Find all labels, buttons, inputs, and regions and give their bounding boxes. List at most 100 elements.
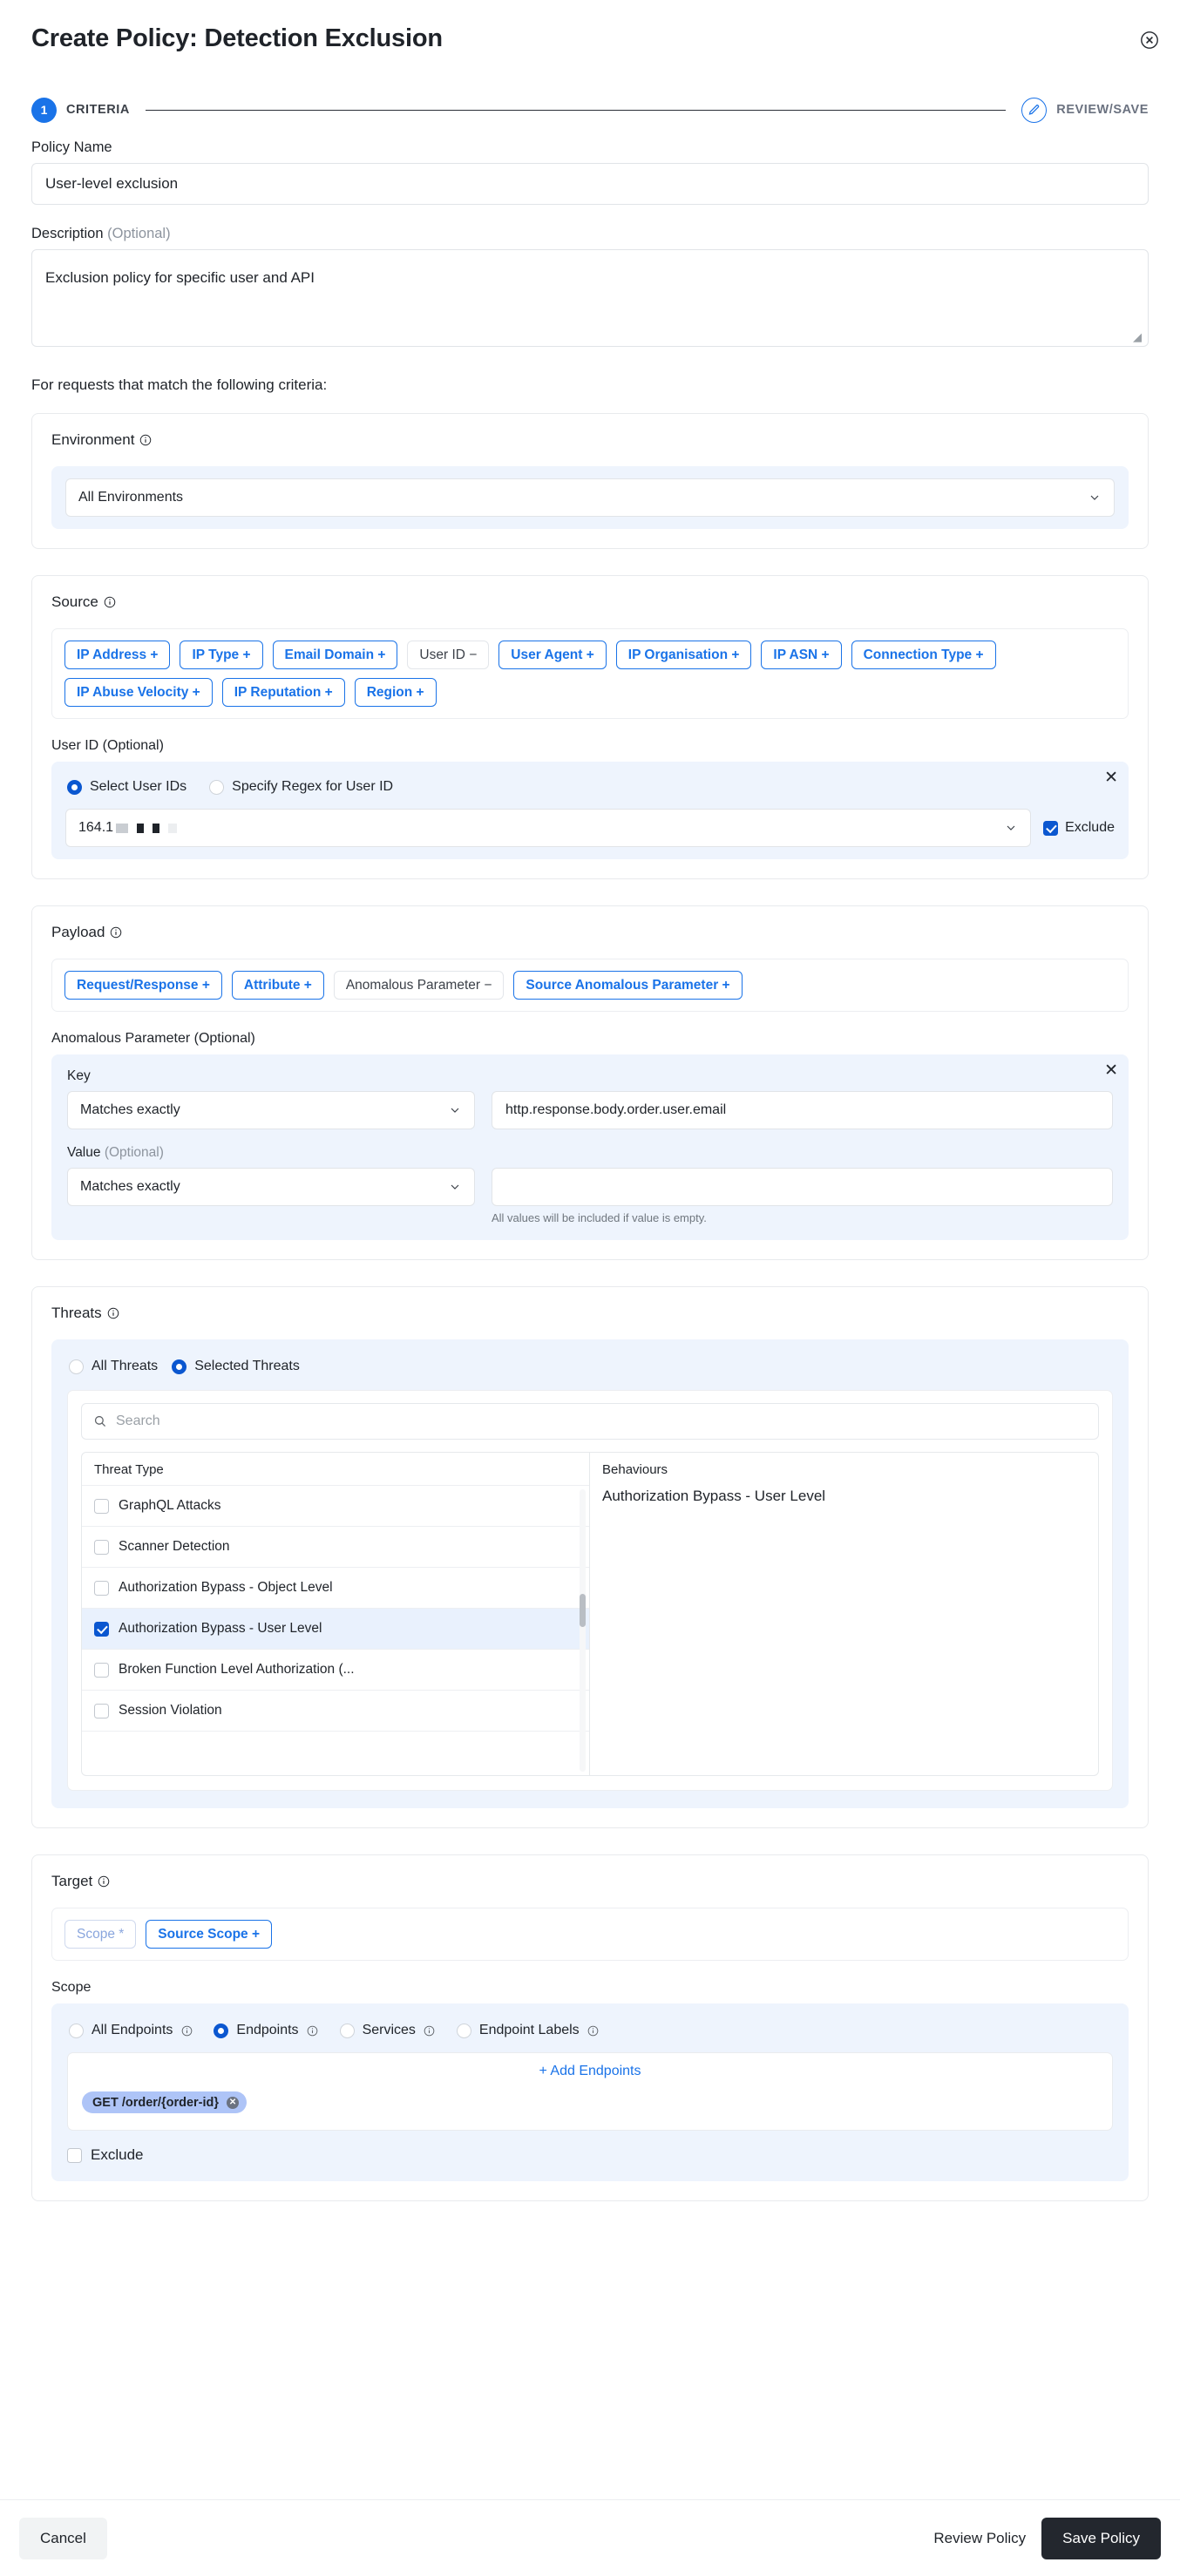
chevron-down-icon <box>448 1180 462 1194</box>
endpoint-tag-label: GET /order/{order-id} <box>92 2095 220 2110</box>
user-id-exclude-checkbox[interactable]: Exclude <box>1043 820 1115 836</box>
remove-endpoint-icon[interactable]: ✕ <box>227 2096 240 2109</box>
payload-title: Payload <box>51 924 1129 941</box>
source-chip-email-domain[interactable]: Email Domain + <box>272 641 398 669</box>
add-endpoints-button[interactable]: + Add Endpoints <box>82 2064 1098 2079</box>
step-2-label: REVIEW/SAVE <box>1056 103 1149 117</box>
payload-chip-anomalous-parameter[interactable]: Anomalous Parameter − <box>333 971 505 1000</box>
threat-row-label: GraphQL Attacks <box>119 1498 221 1513</box>
value-optional-text: (Optional) <box>104 1145 164 1160</box>
anomalous-parameter-label: Anomalous Parameter (Optional) <box>51 1031 255 1046</box>
source-chip-ip-organisation[interactable]: IP Organisation + <box>615 641 752 669</box>
source-chip-ip-type[interactable]: IP Type + <box>180 641 263 669</box>
environment-card: Environment All Environments <box>31 413 1149 549</box>
info-icon[interactable] <box>98 1875 110 1888</box>
close-icon[interactable] <box>1138 29 1161 51</box>
threat-table: Threat Type GraphQL Attacks Scanner Dete… <box>81 1452 1099 1776</box>
radio-specify-regex[interactable]: Specify Regex for User ID <box>209 779 393 795</box>
radio-services[interactable]: Services <box>339 2023 436 2038</box>
target-chip-source-scope[interactable]: Source Scope + <box>146 1920 273 1949</box>
source-chip-list: IP Address + IP Type + Email Domain + Us… <box>51 628 1129 719</box>
save-policy-button[interactable]: Save Policy <box>1041 2517 1161 2559</box>
threat-row-scanner-detection[interactable]: Scanner Detection <box>82 1526 589 1567</box>
chevron-down-icon <box>1004 821 1018 835</box>
key-operator-select[interactable]: Matches exactly <box>67 1091 475 1129</box>
threat-list-scrollbar-thumb[interactable] <box>580 1594 586 1627</box>
threat-row-partial[interactable] <box>82 1731 589 1772</box>
radio-endpoint-labels[interactable]: Endpoint Labels <box>456 2023 600 2038</box>
remove-user-id-icon[interactable]: ✕ <box>1104 769 1118 786</box>
policy-name-label: Policy Name <box>31 139 112 155</box>
key-value-input[interactable]: http.response.body.order.user.email <box>492 1091 1113 1129</box>
description-textarea[interactable]: Exclusion policy for specific user and A… <box>31 249 1149 347</box>
step-criteria[interactable]: 1 CRITERIA <box>31 97 130 123</box>
step-1-label: CRITERIA <box>66 103 130 117</box>
source-chip-connection-type[interactable]: Connection Type + <box>851 641 996 669</box>
source-chip-user-id[interactable]: User ID − <box>407 641 490 669</box>
environment-select[interactable]: All Environments <box>65 478 1115 517</box>
user-id-mode-radios: Select User IDs Specify Regex for User I… <box>65 774 1115 809</box>
key-row: Matches exactly http.response.body.order… <box>67 1091 1113 1129</box>
cancel-button[interactable]: Cancel <box>19 2517 107 2559</box>
value-operator-select[interactable]: Matches exactly <box>67 1168 475 1206</box>
radio-endpoints[interactable]: Endpoints <box>214 2023 318 2038</box>
payload-chip-request-response[interactable]: Request/Response + <box>64 971 222 1000</box>
radio-all-threats[interactable]: All Threats <box>69 1359 158 1374</box>
target-title-text: Target <box>51 1873 93 1889</box>
payload-chip-source-anomalous-parameter[interactable]: Source Anomalous Parameter + <box>513 971 743 1000</box>
radio-select-user-ids[interactable]: Select User IDs <box>67 779 186 795</box>
threat-checkbox[interactable] <box>94 1498 109 1514</box>
source-chip-user-agent[interactable]: User Agent + <box>498 641 607 669</box>
scope-exclude-checkbox[interactable]: Exclude <box>67 2146 1113 2164</box>
threat-search-input[interactable]: Search <box>81 1403 1099 1440</box>
step-review-save[interactable]: REVIEW/SAVE <box>1021 97 1149 123</box>
payload-chip-attribute[interactable]: Attribute + <box>231 971 324 1000</box>
threat-row-session-violation[interactable]: Session Violation <box>82 1690 589 1731</box>
info-icon[interactable] <box>180 2024 193 2037</box>
endpoint-tag[interactable]: GET /order/{order-id} ✕ <box>82 2091 248 2113</box>
threat-row-graphql-attacks[interactable]: GraphQL Attacks <box>82 1485 589 1526</box>
threat-row-authz-bypass-user-level[interactable]: Authorization Bypass - User Level <box>82 1608 589 1649</box>
info-icon[interactable] <box>424 2024 436 2037</box>
threat-checkbox[interactable] <box>94 1539 109 1555</box>
chevron-down-icon <box>1088 491 1102 505</box>
info-icon[interactable] <box>107 1307 119 1319</box>
info-icon[interactable] <box>139 434 152 446</box>
threat-checkbox[interactable] <box>94 1662 109 1678</box>
endpoints-box: + Add Endpoints GET /order/{order-id} ✕ <box>67 2052 1113 2131</box>
threat-checkbox[interactable] <box>94 1703 109 1718</box>
info-icon[interactable] <box>110 926 122 939</box>
target-chip-scope[interactable]: Scope * <box>64 1920 137 1949</box>
radio-endpoints-label: Endpoints <box>236 2023 299 2037</box>
user-id-select[interactable]: 164.1 <box>65 809 1032 847</box>
value-value-input[interactable] <box>492 1168 1113 1206</box>
review-policy-button[interactable]: Review Policy <box>918 2518 1041 2559</box>
environment-panel: All Environments <box>51 466 1129 529</box>
key-label: Key <box>67 1068 91 1083</box>
scope-panel: All Endpoints Endpoints Services Endpoin… <box>51 2003 1129 2181</box>
source-chip-ip-reputation[interactable]: IP Reputation + <box>221 678 345 707</box>
environment-title: Environment <box>51 431 1129 449</box>
threat-list-scrollbar[interactable] <box>580 1489 586 1772</box>
target-card: Target Scope * Source Scope + Scope All … <box>31 1854 1149 2201</box>
source-chip-ip-abuse-velocity[interactable]: IP Abuse Velocity + <box>64 678 213 707</box>
radio-all-endpoints[interactable]: All Endpoints <box>69 2023 193 2038</box>
threat-row-authz-bypass-object-level[interactable]: Authorization Bypass - Object Level <box>82 1567 589 1608</box>
threat-checkbox[interactable] <box>94 1580 109 1596</box>
remove-anomalous-parameter-icon[interactable]: ✕ <box>1104 1062 1118 1079</box>
info-icon[interactable] <box>104 596 116 608</box>
scope-radios: All Endpoints Endpoints Services Endpoin… <box>67 2019 1113 2038</box>
threat-checkbox[interactable] <box>94 1621 109 1637</box>
resize-grip-icon[interactable]: ◢ <box>1133 331 1143 342</box>
info-icon[interactable] <box>587 2024 600 2037</box>
info-icon[interactable] <box>307 2024 319 2037</box>
radio-selected-threats[interactable]: Selected Threats <box>172 1359 300 1374</box>
source-chip-ip-address[interactable]: IP Address + <box>64 641 171 669</box>
threat-row-broken-function-level-authorization[interactable]: Broken Function Level Authorization (... <box>82 1649 589 1690</box>
value-operator-value: Matches exactly <box>80 1179 180 1194</box>
radio-endpoint-labels-label: Endpoint Labels <box>478 2023 580 2037</box>
policy-name-input[interactable]: User-level exclusion <box>31 163 1149 205</box>
source-chip-region[interactable]: Region + <box>354 678 437 707</box>
source-chip-ip-asn[interactable]: IP ASN + <box>761 641 842 669</box>
redaction-block <box>116 823 129 833</box>
